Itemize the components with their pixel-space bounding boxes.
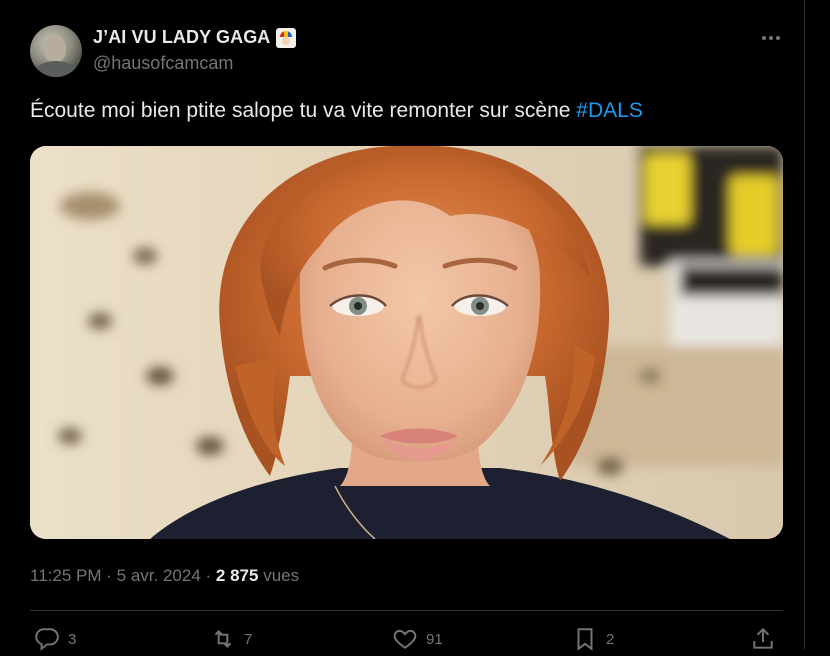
repost-button[interactable]: 7 xyxy=(210,626,252,652)
tweet-text: Écoute moi bien ptite salope tu va vite … xyxy=(30,99,643,123)
share-button[interactable] xyxy=(750,626,776,652)
divider xyxy=(30,610,783,611)
tweet-metadata: 11:25 PM · 5 avr. 2024 · 2 875 vues xyxy=(30,566,299,586)
bookmark-icon xyxy=(577,628,593,651)
tweet-actions: 3 7 91 2 xyxy=(30,626,783,656)
reply-count: 3 xyxy=(68,630,77,648)
avatar[interactable] xyxy=(30,25,82,77)
reply-bubble-icon xyxy=(35,628,59,651)
more-options-icon[interactable] xyxy=(758,28,784,48)
share-icon xyxy=(753,627,773,649)
like-count: 91 xyxy=(426,630,443,648)
views-count: 2 875 xyxy=(215,566,259,585)
tweet-photo[interactable] xyxy=(30,146,783,539)
reply-button[interactable]: 3 xyxy=(34,626,76,652)
joker-card-icon xyxy=(276,27,297,48)
heart-icon xyxy=(393,629,417,649)
author-name-row: J’AI VU LADY GAGA xyxy=(93,27,297,48)
bookmark-count: 2 xyxy=(606,630,615,648)
meta-separator: · xyxy=(106,566,112,585)
views-label: vues xyxy=(263,566,300,585)
author-display-name[interactable]: J’AI VU LADY GAGA xyxy=(93,27,270,48)
photo-portrait xyxy=(30,146,783,539)
tweet-time[interactable]: 11:25 PM xyxy=(30,566,102,585)
avatar-face xyxy=(44,35,66,63)
author-handle[interactable]: @hausofcamcam xyxy=(93,53,233,74)
tweet-text-main: Écoute moi bien ptite salope tu va vite … xyxy=(30,99,577,122)
like-button[interactable]: 91 xyxy=(392,626,443,652)
avatar-shoulders xyxy=(34,61,78,77)
tweet-date[interactable]: 5 avr. 2024 xyxy=(117,566,201,585)
tweet-card: J’AI VU LADY GAGA @hausofcamcam Écoute m… xyxy=(0,0,805,651)
hashtag-link[interactable]: #DALS xyxy=(576,99,643,122)
repost-icon xyxy=(214,630,232,648)
meta-separator-2: · xyxy=(205,566,212,585)
bookmark-button[interactable]: 2 xyxy=(572,626,614,652)
repost-count: 7 xyxy=(244,630,253,648)
